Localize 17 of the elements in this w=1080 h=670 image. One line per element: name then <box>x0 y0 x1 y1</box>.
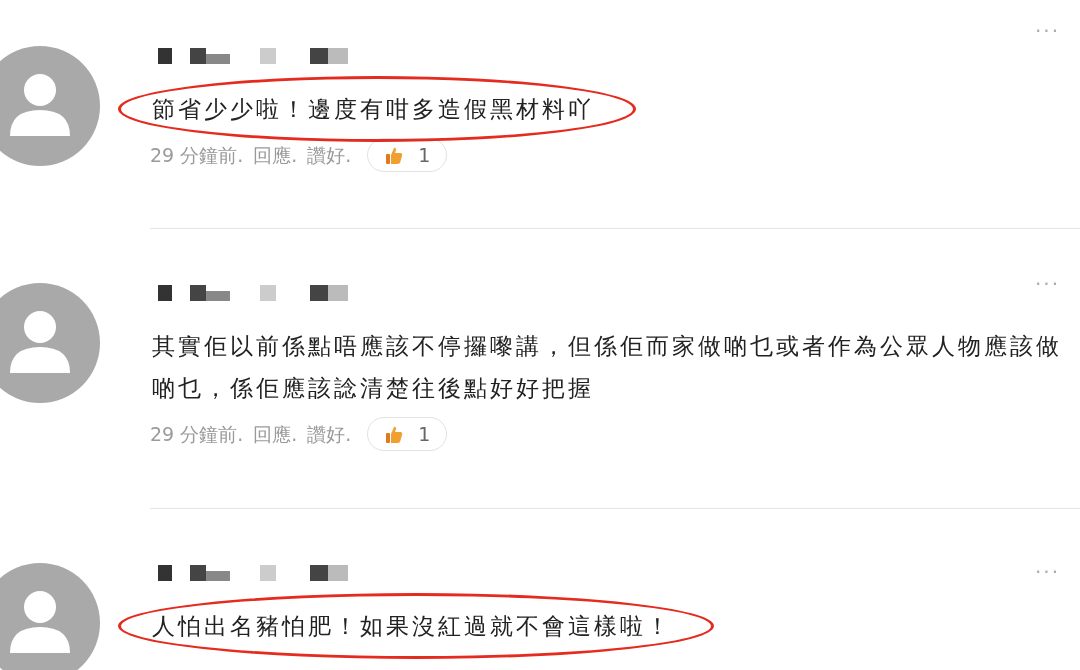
more-options-button[interactable]: ··· <box>1034 557 1060 587</box>
timestamp: 29 分鐘前. <box>150 142 244 168</box>
thumbs-up-icon <box>384 145 405 165</box>
more-options-button[interactable]: ··· <box>1034 269 1060 299</box>
comment-text: 人怕出名豬怕肥！如果沒紅過就不會這樣啦！ <box>151 612 673 641</box>
reply-link[interactable]: 回應. <box>253 419 298 449</box>
avatar-icon <box>0 46 100 166</box>
more-options-button[interactable]: ··· <box>1034 16 1060 46</box>
reply-link[interactable]: 回應. <box>253 140 298 170</box>
avatar-icon <box>0 563 100 670</box>
timestamp: 29 分鐘前. <box>150 421 244 447</box>
like-link[interactable]: 讚好. <box>307 140 352 170</box>
avatar-icon <box>0 283 100 403</box>
like-link[interactable]: 讚好. <box>307 419 352 449</box>
comment-text: 其實佢以前係點唔應該不停攞嚟講，但係佢而家做啲乜或者作為公眾人物應該做啲乜，係佢應該諗清楚往後點好好把握 <box>151 332 1063 403</box>
comment-text: 節省少少啦！邊度有咁多造假黑材料吖 <box>151 95 595 124</box>
thumbs-up-icon <box>384 424 405 444</box>
